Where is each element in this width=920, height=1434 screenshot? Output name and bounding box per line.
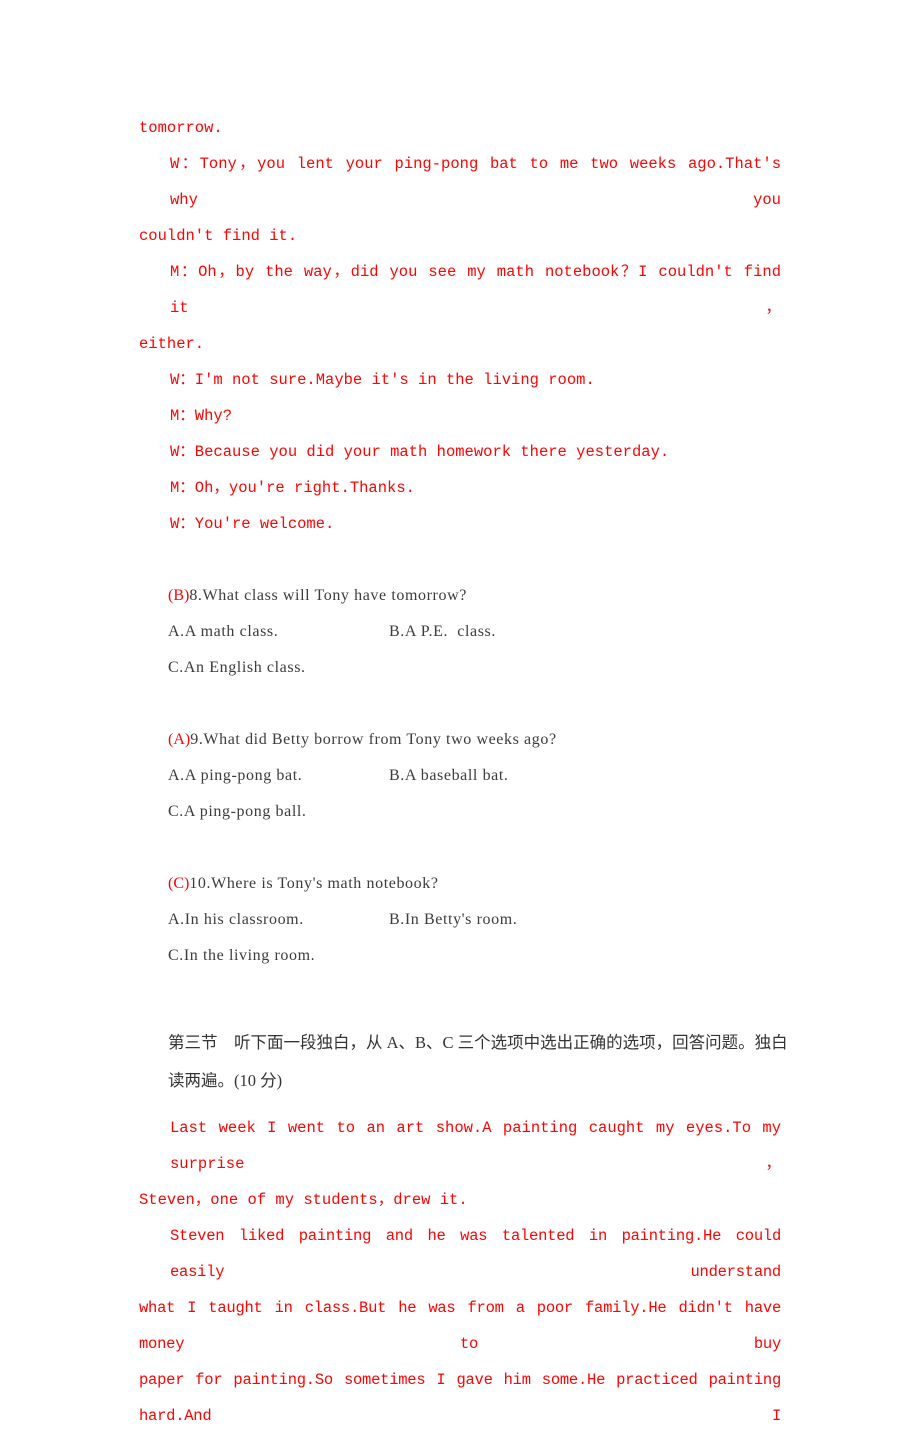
- monologue-para1-line2: Steven，one of my students，drew it.: [139, 1191, 468, 1209]
- script-dialogue-wrap: either.: [139, 335, 205, 353]
- question-10-options: A.In his classroom. B.In Betty's room. C…: [139, 902, 781, 974]
- question-10-stem-text: 10.Where is Tony's math notebook?: [189, 875, 439, 892]
- question-9-stem-text: 9.What did Betty borrow from Tony two we…: [190, 731, 557, 748]
- question-9-options: A.A ping-pong bat. B.A baseball bat. C.A…: [139, 758, 781, 830]
- script-dialogue-line: M：Oh，by the way，did you see my math note…: [170, 263, 781, 317]
- question-9-stem-row: (A)9.What did Betty borrow from Tony two…: [139, 722, 781, 758]
- script-dialogue-m-1: M：Oh，by the way，did you see my math note…: [139, 254, 781, 362]
- section-instruction-line-1: 第三节 听下面一段独白，从 A、B、C 三个选项中选出正确的选项，回答问题。独白: [168, 1033, 788, 1052]
- question-10-stem-row: (C)10.Where is Tony's math notebook?: [139, 866, 781, 902]
- monologue-para2-line2: what I taught in class.But he was from a…: [139, 1299, 781, 1353]
- section-instruction-line-2: 读两遍。(10 分): [168, 1071, 283, 1090]
- question-9-option-b[interactable]: B.A baseball bat.: [389, 758, 509, 794]
- script-dialogue-w-4: W：You're welcome.: [170, 515, 335, 533]
- question-8-answer-marker: (B): [168, 587, 190, 604]
- question-9-answer-marker: (A): [168, 731, 191, 748]
- question-10-option-c[interactable]: C.In the living room.: [168, 938, 315, 974]
- question-8-option-c[interactable]: C.An English class.: [168, 650, 306, 686]
- page-content: tomorrow. W：Tony，you lent your ping-pong…: [139, 110, 788, 1434]
- script-dialogue-w-3: W：Because you did your math homework the…: [170, 443, 670, 461]
- monologue-para1-line1: Last week I went to an art show.A painti…: [170, 1119, 781, 1173]
- monologue-para2-line1: Steven liked painting and he was talente…: [170, 1227, 781, 1281]
- question-10: (C)10.Where is Tony's math notebook? A.I…: [139, 866, 781, 974]
- question-8-options: A.A math class. B.A P.E. class. C.An Eng…: [139, 614, 781, 686]
- question-10-option-a[interactable]: A.In his classroom.: [168, 902, 304, 938]
- script-dialogue-w-1: W：Tony，you lent your ping-pong bat to me…: [139, 146, 781, 254]
- document-page: tomorrow. W：Tony，you lent your ping-pong…: [0, 0, 920, 1425]
- question-9: (A)9.What did Betty borrow from Tony two…: [139, 722, 781, 830]
- question-8-option-a[interactable]: A.A math class.: [168, 614, 278, 650]
- script-dialogue-m-3: M：Oh，you're right.Thanks.: [170, 479, 415, 497]
- script-dialogue-wrap: couldn't find it.: [139, 227, 298, 245]
- script-dialogue-line: W：Tony，you lent your ping-pong bat to me…: [170, 155, 781, 209]
- script-dialogue-w-2: W：I'm not sure.Maybe it's in the living …: [170, 371, 595, 389]
- question-8-stem-text: 8.What class will Tony have tomorrow?: [189, 587, 467, 604]
- monologue-para2-line3: paper for painting.So sometimes I gave h…: [139, 1371, 781, 1425]
- monologue-script: Last week I went to an art show.A painti…: [139, 1110, 781, 1434]
- section-instruction: 第三节 听下面一段独白，从 A、B、C 三个选项中选出正确的选项，回答问题。独白…: [139, 1024, 788, 1100]
- script-continuation-line: tomorrow.: [139, 119, 223, 137]
- question-10-option-b[interactable]: B.In Betty's room.: [389, 902, 517, 938]
- question-8-stem-row: (B)8.What class will Tony have tomorrow?: [139, 578, 781, 614]
- question-10-answer-marker: (C): [168, 875, 190, 892]
- question-9-option-c[interactable]: C.A ping-pong ball.: [168, 794, 307, 830]
- question-8: (B)8.What class will Tony have tomorrow?…: [139, 578, 781, 686]
- question-8-option-b[interactable]: B.A P.E. class.: [389, 614, 496, 650]
- script-dialogue-m-2: M：Why?: [170, 407, 233, 425]
- question-9-option-a[interactable]: A.A ping-pong bat.: [168, 758, 302, 794]
